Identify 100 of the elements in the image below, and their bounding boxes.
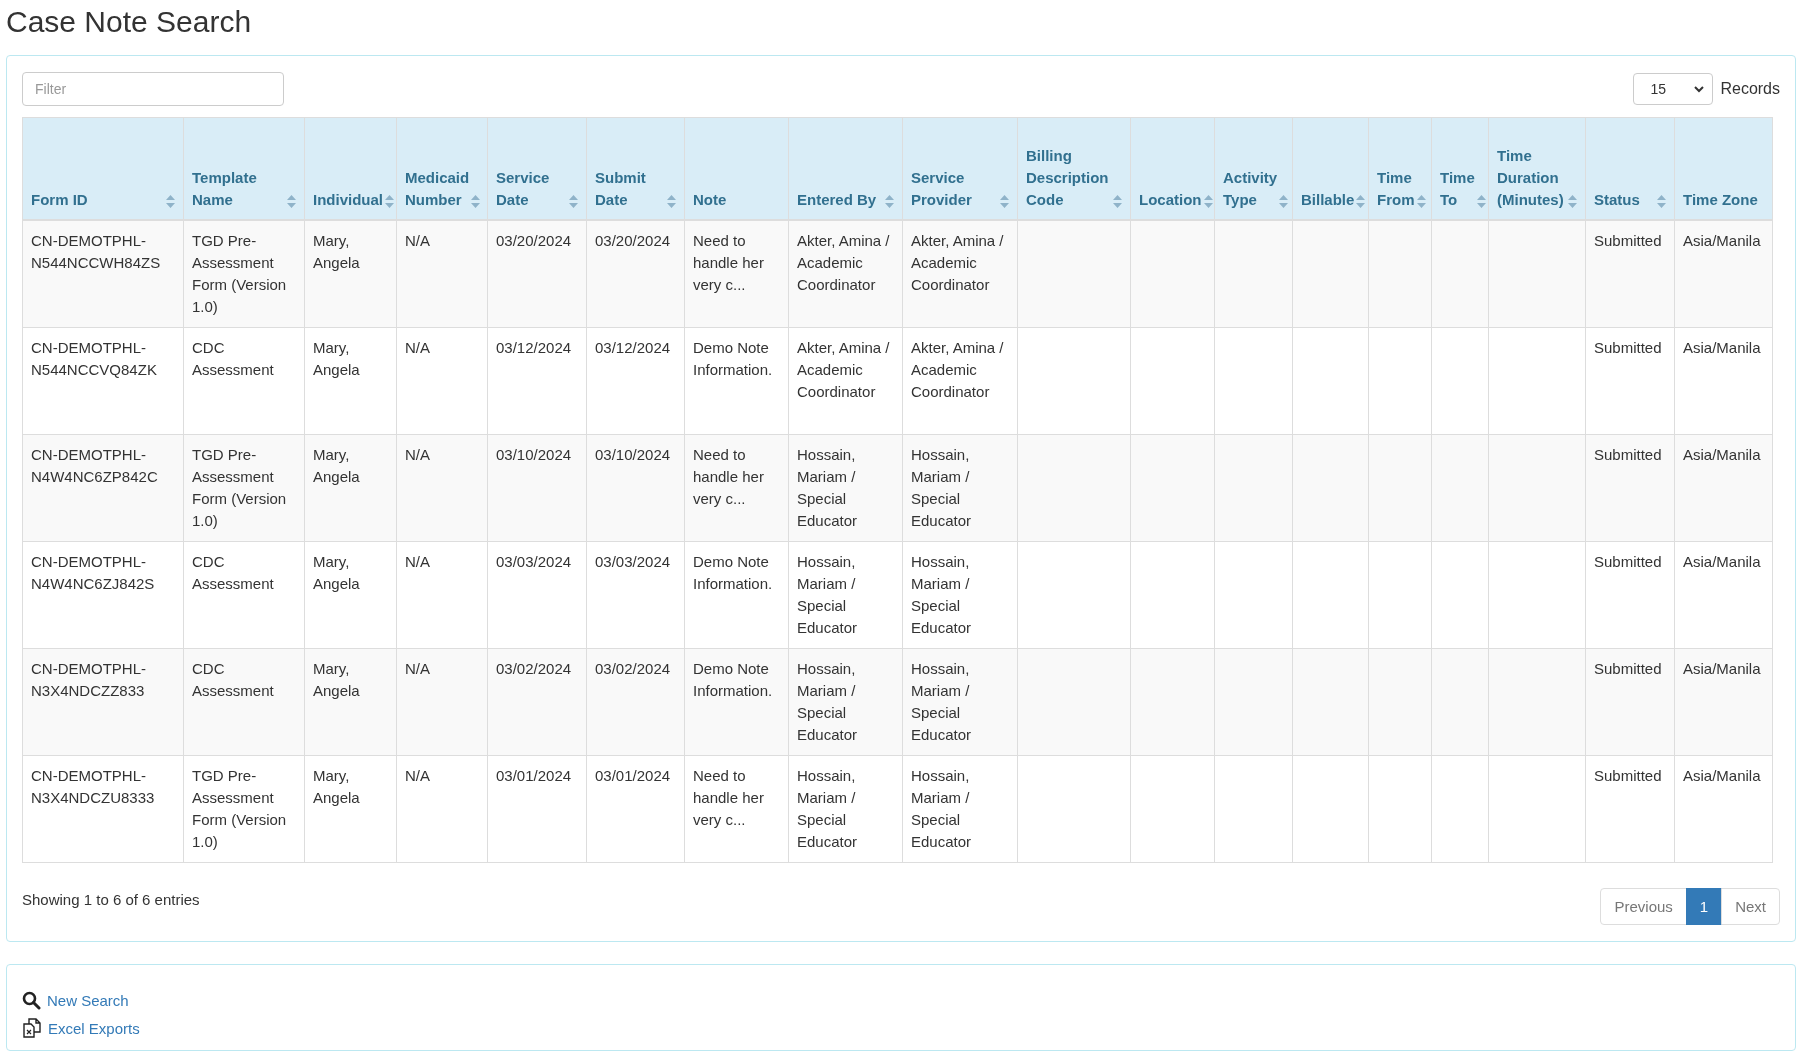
sort-icon — [1113, 195, 1122, 208]
table-cell: Submitted — [1594, 232, 1662, 249]
table-cell: Demo Note Information. — [693, 553, 773, 592]
pagination-button[interactable]: Next — [1721, 888, 1780, 925]
table-cell: Submitted — [1594, 767, 1662, 784]
table-cell: CDC Assessment — [192, 553, 274, 592]
table-cell: Submitted — [1594, 446, 1662, 463]
table-cell: Hossain, Mariam / Special Educator — [797, 553, 858, 636]
table-cell: N/A — [405, 553, 430, 570]
table-cell: TGD Pre-Assessment Form (Version 1.0) — [192, 767, 287, 850]
filter-field[interactable]: Filter — [22, 72, 284, 106]
column-header[interactable]: Template Name — [183, 117, 305, 220]
column-header[interactable]: Time Zone — [1674, 117, 1773, 220]
table-cell: N/A — [405, 232, 430, 249]
column-header[interactable]: Location — [1130, 117, 1215, 220]
table-cell: Mary, Angela — [313, 339, 360, 378]
table-cell: N/A — [405, 767, 430, 784]
column-header[interactable]: Form ID — [22, 117, 184, 220]
table-cell: TGD Pre-Assessment Form (Version 1.0) — [192, 232, 287, 315]
table-cell: N/A — [405, 339, 430, 356]
sort-icon — [166, 195, 175, 208]
sort-icon — [1657, 195, 1666, 208]
records-label: Records — [1720, 80, 1780, 98]
table-cell: Hossain, Mariam / Special Educator — [911, 553, 972, 636]
sort-icon — [1568, 195, 1577, 208]
records-dropdown[interactable]: 15 — [1633, 73, 1714, 105]
table-cell: Asia/Manila — [1683, 767, 1761, 784]
table-cell: Demo Note Information. — [693, 660, 773, 699]
column-header[interactable]: Service Provider — [902, 117, 1018, 220]
table-cell: CDC Assessment — [192, 339, 274, 378]
table-cell: Mary, Angela — [313, 553, 360, 592]
table-cell: Need to handle her very c... — [693, 446, 764, 507]
table-cell: Hossain, Mariam / Special Educator — [911, 767, 972, 850]
table-cell: Mary, Angela — [313, 446, 360, 485]
table-cell: CN-DEMOTPHL-N4W4NC6ZP842C — [31, 446, 158, 485]
table-cell: Asia/Manila — [1683, 232, 1761, 249]
column-header[interactable]: Service Date — [487, 117, 587, 220]
column-header[interactable]: Billable — [1292, 117, 1369, 220]
table-cell: 03/12/2024 — [496, 339, 572, 356]
table-cell: 03/02/2024 — [595, 660, 671, 677]
table-cell: Mary, Angela — [313, 660, 360, 699]
sort-icon — [1356, 195, 1366, 208]
copy-documents-icon — [22, 1018, 42, 1038]
table-cell: 03/12/2024 — [595, 339, 671, 356]
sort-icon — [885, 195, 894, 208]
column-header[interactable]: Medicaid Number — [396, 117, 488, 220]
column-header[interactable]: Individual — [304, 117, 397, 220]
table-cell: Hossain, Mariam / Special Educator — [797, 660, 858, 743]
table-cell: CN-DEMOTPHL-N3X4NDCZU8333 — [31, 767, 155, 806]
column-header[interactable]: Entered By — [788, 117, 903, 220]
column-header[interactable]: Activity Type — [1214, 117, 1293, 220]
table-cell: Akter, Amina / Academic Coordinator — [911, 339, 1004, 400]
page-title: Case Note Search — [6, 4, 253, 40]
sort-icon — [287, 195, 296, 208]
column-header[interactable]: Time Duration (Minutes) — [1488, 117, 1586, 220]
table-cell: N/A — [405, 660, 430, 677]
table-cell: Submitted — [1594, 660, 1662, 677]
table-cell: Need to handle her very c... — [693, 232, 764, 293]
table-cell: 03/03/2024 — [496, 553, 572, 570]
sort-icon — [569, 195, 578, 208]
sort-icon — [471, 195, 481, 208]
table-cell: CN-DEMOTPHL-N4W4NC6ZJ842S — [31, 553, 155, 592]
table-cell: Submitted — [1594, 339, 1662, 356]
sort-icon — [1416, 195, 1426, 208]
pagination-button[interactable]: Previous — [1600, 888, 1687, 925]
column-header[interactable]: Time From — [1368, 117, 1432, 220]
table-cell: Mary, Angela — [313, 767, 360, 806]
table-cell: Akter, Amina / Academic Coordinator — [911, 232, 1004, 293]
table-cell: 03/10/2024 — [595, 446, 671, 463]
chevron-down-icon — [1694, 85, 1705, 93]
table-cell: Asia/Manila — [1683, 660, 1761, 677]
table-cell: Hossain, Mariam / Special Educator — [797, 446, 858, 529]
table-cell: Hossain, Mariam / Special Educator — [911, 446, 972, 529]
column-header[interactable]: Note — [684, 117, 789, 220]
table-cell: Asia/Manila — [1683, 446, 1761, 463]
sort-icon — [1476, 195, 1486, 208]
table-cell: CN-DEMOTPHL-N544NCCVQ84ZK — [31, 339, 157, 378]
column-header[interactable]: Time To — [1431, 117, 1489, 220]
sort-icon — [385, 195, 394, 208]
table-cell: 03/20/2024 — [496, 232, 572, 249]
table-cell: 03/03/2024 — [595, 553, 671, 570]
column-header[interactable]: Submit Date — [586, 117, 685, 220]
table-cell: N/A — [405, 446, 430, 463]
table-cell: Mary, Angela — [313, 232, 360, 271]
action-link[interactable]: New Search — [47, 992, 129, 1009]
column-header[interactable]: Status — [1585, 117, 1675, 220]
table-cell: Hossain, Mariam / Special Educator — [911, 660, 972, 743]
table-cell: Submitted — [1594, 553, 1662, 570]
table-cell: CDC Assessment — [192, 660, 274, 699]
sort-icon — [1000, 195, 1009, 208]
table-cell: Demo Note Information. — [693, 339, 773, 378]
table-cell: Asia/Manila — [1683, 339, 1761, 356]
action-link[interactable]: Excel Exports — [48, 1019, 140, 1037]
sort-icon — [667, 195, 676, 208]
entries-info: Showing 1 to 6 of 6 entries — [22, 890, 200, 908]
column-header[interactable]: Billing Description Code — [1017, 117, 1131, 220]
search-icon — [22, 991, 41, 1010]
table-cell: CN-DEMOTPHL-N544NCCWH84ZS — [31, 232, 161, 271]
table-cell: 03/01/2024 — [595, 767, 671, 784]
sort-icon — [1279, 195, 1289, 208]
